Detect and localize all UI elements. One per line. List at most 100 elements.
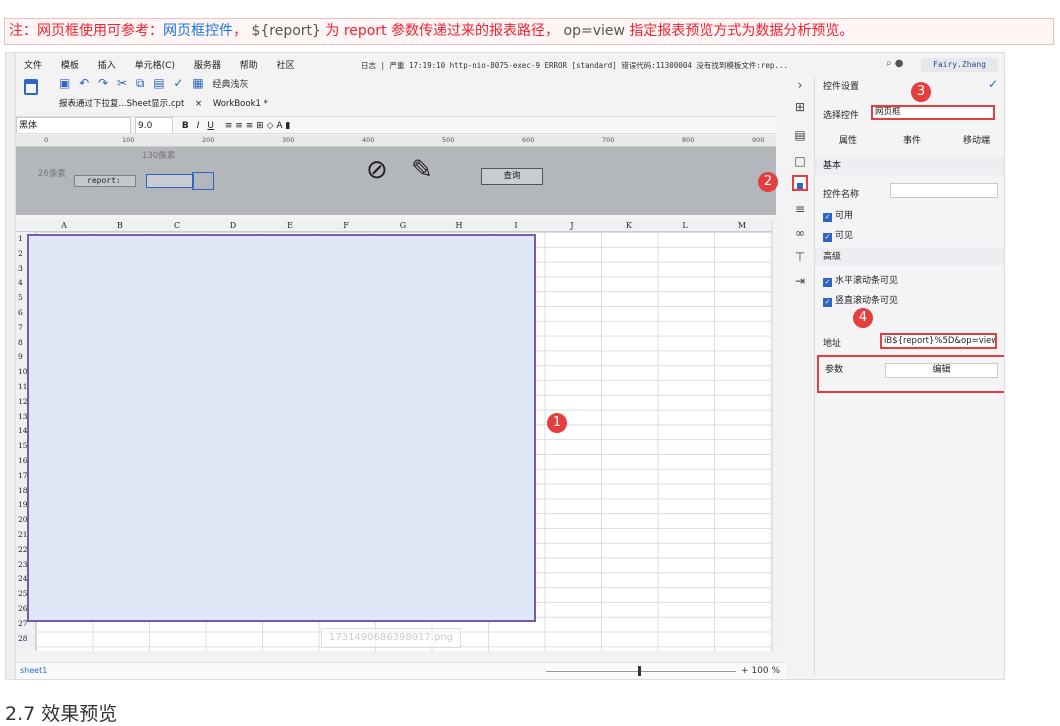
edit-button[interactable]: 编辑 — [885, 363, 998, 378]
export-icon[interactable]: ⇥ — [792, 273, 808, 289]
col-l[interactable]: L — [657, 219, 713, 232]
cell-attr-icon[interactable]: ▤ — [792, 127, 808, 143]
col-j[interactable]: J — [544, 219, 600, 232]
tab-workbook[interactable]: WorkBook1 * — [213, 99, 268, 109]
align-right-icon[interactable]: ≡ — [246, 121, 254, 131]
hscroll-label: 水平滚动条可见 — [835, 276, 899, 286]
col-h[interactable]: H — [431, 219, 487, 232]
zoom-level[interactable]: + 100 % — [741, 663, 780, 679]
row-number[interactable]: 2 — [18, 247, 23, 262]
row-number[interactable]: 8 — [18, 336, 23, 351]
widget-name-input[interactable] — [890, 183, 998, 198]
horizontal-scrollbar[interactable] — [16, 651, 776, 661]
zoom-track[interactable] — [546, 671, 736, 672]
menu-help[interactable]: 帮助 — [240, 58, 258, 74]
paste-icon[interactable]: ▤ — [153, 76, 164, 90]
parameter-label: 参数 — [825, 365, 844, 375]
border-icon[interactable]: ⊞ — [256, 121, 264, 131]
vertical-scrollbar[interactable] — [772, 219, 785, 651]
italic-icon[interactable]: I — [197, 121, 200, 131]
chart-icon[interactable]: ▮ — [285, 121, 290, 131]
tab-events[interactable]: 事件 — [903, 133, 921, 146]
sheet-tab[interactable]: sheet1 — [20, 663, 47, 679]
fill-icon[interactable]: ◇ — [267, 121, 274, 131]
copy-icon[interactable]: ⧉ — [136, 76, 145, 90]
section-advanced[interactable]: 高级 — [815, 248, 1004, 266]
font-color-icon[interactable]: A — [276, 121, 282, 131]
webframe-widget[interactable] — [27, 234, 536, 622]
col-e[interactable]: E — [262, 219, 318, 232]
enabled-checkbox[interactable]: ✓ 可用 — [823, 208, 853, 222]
col-d[interactable]: D — [205, 219, 261, 232]
col-c[interactable]: C — [149, 219, 205, 232]
menu-insert[interactable]: 插入 — [98, 58, 116, 74]
condition-icon[interactable]: ≡ — [792, 201, 808, 217]
user-name[interactable]: Fairy.Zhang — [921, 58, 998, 72]
save-icon[interactable]: ▣ — [59, 76, 70, 90]
bold-icon[interactable]: B — [182, 121, 189, 131]
widget-settings-icon[interactable]: ▪ — [792, 175, 808, 192]
confirm-icon[interactable]: ✓ — [988, 77, 998, 91]
visible-checkbox[interactable]: ✓ 可见 — [823, 228, 853, 242]
format-toolbar: 黑体 9.0 BIU ≡ ≡ ≡ ⊞ ◇ A ▮ — [16, 116, 776, 134]
tree-icon[interactable]: ⊤ — [792, 249, 808, 265]
col-f[interactable]: F — [318, 219, 374, 232]
bell-icon[interactable]: ● — [895, 58, 904, 69]
col-k[interactable]: K — [601, 219, 657, 232]
row-number[interactable]: 9 — [18, 350, 23, 365]
query-button[interactable]: 查询 — [481, 168, 543, 185]
menu-template[interactable]: 模板 — [61, 58, 79, 74]
hyperlink-icon[interactable]: ∞ — [792, 225, 808, 241]
zoom-thumb[interactable] — [638, 666, 641, 676]
collapse-icon[interactable]: › — [792, 77, 808, 93]
report-label[interactable]: report: — [74, 175, 136, 187]
section-basic[interactable]: 基本 — [815, 157, 1004, 175]
webframe-link[interactable]: 网页框控件 — [163, 23, 233, 39]
align-center-icon[interactable]: ≡ — [235, 121, 243, 131]
vscroll-checkbox[interactable]: ✓ 竖直滚动条可见 — [823, 293, 898, 307]
menu-cell[interactable]: 单元格(C) — [135, 58, 175, 74]
preview-icon[interactable]: ▦ — [192, 76, 203, 90]
font-select[interactable]: 黑体 — [16, 117, 131, 133]
note-prefix: 注：网页框使用可参考： — [9, 23, 163, 39]
col-a[interactable]: A — [36, 219, 92, 232]
row-number[interactable]: 3 — [18, 262, 23, 277]
report-combo[interactable] — [146, 174, 194, 188]
eye-off-icon[interactable]: ⊘ — [366, 155, 388, 185]
tab-properties[interactable]: 属性 — [839, 133, 857, 146]
col-g[interactable]: G — [375, 219, 431, 232]
address-input[interactable]: iB${report}%5D&op=view — [880, 333, 997, 349]
callout-badge-4: 4 — [853, 308, 873, 328]
search-icon[interactable]: ⌕ — [886, 58, 892, 69]
row-number[interactable]: 7 — [18, 321, 23, 336]
format-painter-icon[interactable]: ✓ — [173, 76, 183, 90]
align-left-icon[interactable]: ≡ — [225, 121, 233, 131]
theme-classic[interactable]: 经典浅灰 — [212, 80, 248, 90]
hscroll-checkbox[interactable]: ✓ 水平滚动条可见 — [823, 273, 898, 287]
undo-icon[interactable]: ↶ — [79, 76, 89, 90]
col-i[interactable]: I — [488, 219, 544, 232]
row-number[interactable]: 6 — [18, 306, 23, 321]
frame-icon[interactable]: □ — [792, 153, 808, 169]
underline-icon[interactable]: U — [207, 121, 214, 131]
menu-file[interactable]: 文件 — [24, 58, 42, 74]
pencil-icon[interactable]: ✎ — [411, 155, 433, 185]
widget-select[interactable]: 网页框 — [871, 105, 995, 120]
cut-icon[interactable]: ✂ — [117, 76, 127, 90]
row-number[interactable]: 28 — [18, 632, 28, 647]
menu-server[interactable]: 服务器 — [194, 58, 221, 74]
tab-report[interactable]: 报表通过下拉复...Sheet显示.cpt — [59, 99, 184, 109]
menu-community[interactable]: 社区 — [277, 58, 295, 74]
layout-icon[interactable]: ⊞ — [792, 99, 808, 115]
row-number[interactable]: 4 — [18, 276, 23, 291]
redo-icon[interactable]: ↷ — [98, 76, 108, 90]
col-m[interactable]: M — [714, 219, 770, 232]
font-size-select[interactable]: 9.0 — [135, 117, 173, 133]
close-icon[interactable]: × — [195, 99, 202, 109]
col-b[interactable]: B — [92, 219, 148, 232]
combo-handle[interactable] — [192, 172, 214, 190]
row-number[interactable]: 1 — [18, 232, 23, 247]
row-number[interactable]: 5 — [18, 291, 23, 306]
tab-mobile[interactable]: 移动端 — [963, 133, 990, 146]
report-var: ${report} — [251, 23, 321, 39]
